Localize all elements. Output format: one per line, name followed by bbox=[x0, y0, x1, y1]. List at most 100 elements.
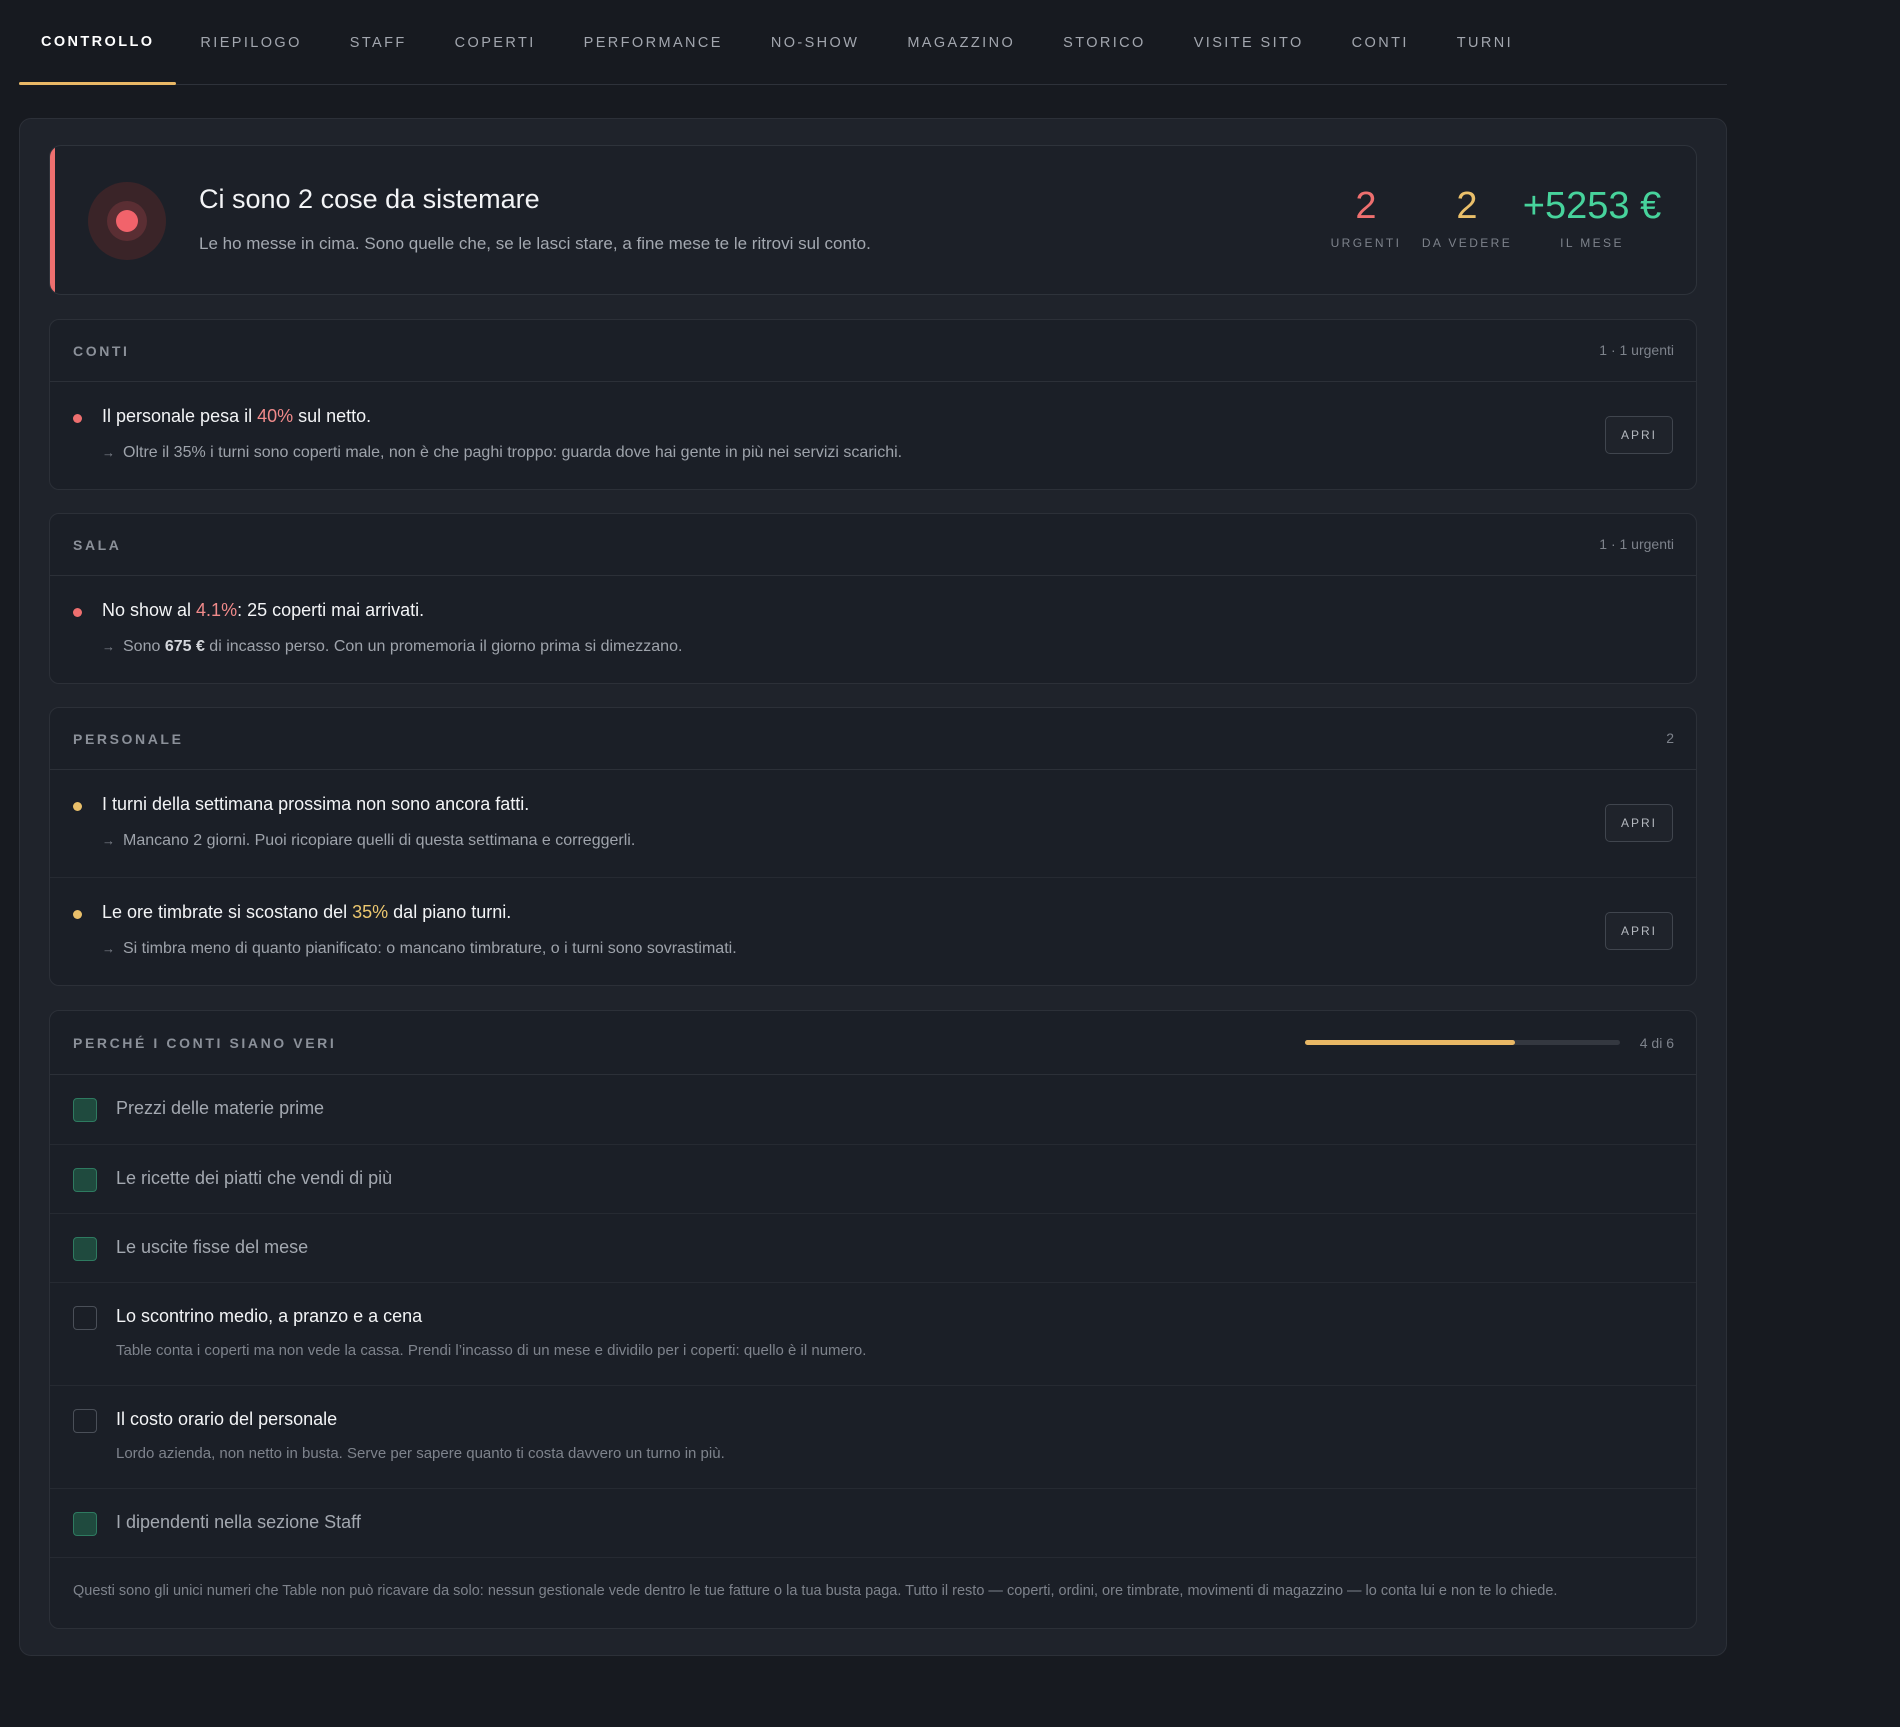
section-personale-count: 2 bbox=[1666, 730, 1674, 746]
tab-controllo[interactable]: CONTROLLO bbox=[19, 0, 177, 85]
checklist-progress-fill bbox=[1305, 1040, 1515, 1045]
section-conti-count: 1 · 1 urgenti bbox=[1599, 342, 1674, 358]
apri-button[interactable]: APRI bbox=[1605, 912, 1673, 950]
checklist-footer: Questi sono gli unici numeri che Table n… bbox=[50, 1558, 1696, 1628]
tab-bar: CONTROLLO RIEPILOGO STAFF COPERTI PERFOR… bbox=[19, 0, 1727, 85]
issue-item: Le ore timbrate si scostano del 35% dal … bbox=[50, 878, 1696, 985]
checklist-item-label: Le ricette dei piatti che vendi di più bbox=[116, 1168, 393, 1188]
tab-magazzino[interactable]: MAGAZZINO bbox=[883, 0, 1039, 84]
checkbox-unchecked-icon[interactable] bbox=[73, 1306, 97, 1330]
tab-staff[interactable]: STAFF bbox=[326, 0, 431, 84]
stat-urgenti-label: URGENTI bbox=[1330, 236, 1402, 250]
alert-target-icon bbox=[88, 182, 166, 260]
control-panel: Ci sono 2 cose da sistemare Le ho messe … bbox=[19, 118, 1727, 1656]
checklist-progress-bar bbox=[1305, 1040, 1620, 1045]
checklist-item[interactable]: Le ricette dei piatti che vendi di più bbox=[50, 1145, 1696, 1214]
arrow-right-icon: → bbox=[102, 833, 115, 848]
alert-target-ring bbox=[107, 201, 147, 241]
arrow-right-icon: → bbox=[102, 445, 115, 460]
tab-visite-sito[interactable]: VISITE SITO bbox=[1170, 0, 1328, 84]
alert-summary-card: Ci sono 2 cose da sistemare Le ho messe … bbox=[49, 145, 1697, 295]
issue-item: No show al 4.1%: 25 coperti mai arrivati… bbox=[50, 576, 1696, 683]
issue-detail: → Si timbra meno di quanto pianificato: o… bbox=[102, 940, 737, 958]
issue-detail-text: Sono bbox=[123, 638, 165, 655]
issue-title-text: Le ore timbrate si scostano del bbox=[102, 902, 353, 922]
tab-conti[interactable]: CONTI bbox=[1328, 0, 1433, 84]
alert-title: Ci sono 2 cose da sistemare bbox=[199, 184, 540, 214]
tab-turni[interactable]: TURNI bbox=[1433, 0, 1537, 84]
checkbox-checked-icon[interactable] bbox=[73, 1512, 97, 1536]
issue-highlight: 35% bbox=[352, 902, 389, 922]
stat-il-mese: +5253 € IL MESE bbox=[1517, 184, 1667, 250]
section-personale-header: PERSONALE 2 bbox=[50, 708, 1696, 770]
section-personale: PERSONALE 2 I turni della settimana pros… bbox=[49, 707, 1697, 986]
checkbox-unchecked-icon[interactable] bbox=[73, 1409, 97, 1433]
checklist-footnote: Questi sono gli unici numeri che Table n… bbox=[73, 1583, 1558, 1599]
issue-detail-text: di incasso perso. Con un promemoria il g… bbox=[204, 638, 683, 655]
checklist-item[interactable]: Lo scontrino medio, a pranzo e a cena Ta… bbox=[50, 1283, 1696, 1386]
section-sala: SALA 1 · 1 urgenti No show al 4.1%: 25 c… bbox=[49, 513, 1697, 684]
stat-da-vedere-label: DA VEDERE bbox=[1421, 236, 1513, 250]
alert-subtitle: Le ho messe in cima. Sono quelle che, se… bbox=[199, 234, 871, 253]
issue-title: Le ore timbrate si scostano del 35% dal … bbox=[102, 902, 511, 923]
issue-title-text: : 25 coperti mai arrivati. bbox=[237, 600, 425, 620]
page: CONTROLLO RIEPILOGO STAFF COPERTI PERFOR… bbox=[0, 0, 1900, 1727]
stat-urgenti-value: 2 bbox=[1355, 185, 1377, 227]
stat-il-mese-label: IL MESE bbox=[1560, 236, 1624, 250]
section-sala-count: 1 · 1 urgenti bbox=[1599, 536, 1674, 552]
issue-title-text: No show al bbox=[102, 600, 197, 620]
checklist-item[interactable]: I dipendenti nella sezione Staff bbox=[50, 1489, 1696, 1558]
checklist-item-label: Lo scontrino medio, a pranzo e a cena bbox=[116, 1306, 423, 1326]
checklist-item-label: Prezzi delle materie prime bbox=[116, 1098, 325, 1118]
checklist-item[interactable]: Il costo orario del personale Lordo azie… bbox=[50, 1386, 1696, 1489]
issue-highlight: 4.1% bbox=[196, 600, 238, 620]
tab-storico[interactable]: STORICO bbox=[1039, 0, 1170, 84]
issue-title-text: Il personale pesa il bbox=[102, 406, 258, 426]
issue-highlight: 40% bbox=[257, 406, 294, 426]
issue-item: I turni della settimana prossima non son… bbox=[50, 770, 1696, 878]
tab-coperti[interactable]: COPERTI bbox=[431, 0, 560, 84]
checkbox-checked-icon[interactable] bbox=[73, 1098, 97, 1122]
section-sala-header: SALA 1 · 1 urgenti bbox=[50, 514, 1696, 576]
stat-da-vedere-value: 2 bbox=[1456, 185, 1478, 227]
checklist-item-description: Table conta i coperti ma non vede la cas… bbox=[116, 1342, 867, 1359]
checklist-item[interactable]: Prezzi delle materie prime bbox=[50, 1075, 1696, 1145]
urgent-dot-icon bbox=[73, 414, 82, 423]
checkbox-checked-icon[interactable] bbox=[73, 1168, 97, 1192]
issue-detail: → Oltre il 35% i turni sono coperti male,… bbox=[102, 444, 902, 462]
stat-da-vedere: 2 DA VEDERE bbox=[1407, 184, 1527, 250]
stat-il-mese-value: +5253 € bbox=[1522, 185, 1662, 227]
tab-performance[interactable]: PERFORMANCE bbox=[560, 0, 747, 84]
issue-detail-text: Oltre il 35% i turni sono coperti male, … bbox=[123, 444, 903, 461]
tab-riepilogo[interactable]: RIEPILOGO bbox=[176, 0, 325, 84]
stat-urgenti: 2 URGENTI bbox=[1316, 184, 1416, 250]
issue-detail: → Sono 675 € di incasso perso. Con un pro… bbox=[102, 638, 682, 656]
issue-item: Il personale pesa il 40% sul netto. → Olt… bbox=[50, 382, 1696, 489]
checkbox-checked-icon[interactable] bbox=[73, 1237, 97, 1261]
checklist-header: PERCHÉ I CONTI SIANO VERI 4 di 6 bbox=[50, 1011, 1696, 1075]
apri-button[interactable]: APRI bbox=[1605, 804, 1673, 842]
issue-title: No show al 4.1%: 25 coperti mai arrivati… bbox=[102, 600, 424, 621]
tab-no-show[interactable]: NO-SHOW bbox=[747, 0, 884, 84]
section-conti-header: CONTI 1 · 1 urgenti bbox=[50, 320, 1696, 382]
checklist-item-label: I dipendenti nella sezione Staff bbox=[116, 1512, 361, 1532]
section-sala-title: SALA bbox=[73, 537, 122, 553]
section-setup-checklist: PERCHÉ I CONTI SIANO VERI 4 di 6 Prezzi … bbox=[49, 1010, 1697, 1629]
checklist-title: PERCHÉ I CONTI SIANO VERI bbox=[73, 1035, 337, 1051]
urgent-accent-bar bbox=[50, 146, 55, 294]
apri-button[interactable]: APRI bbox=[1605, 416, 1673, 454]
urgent-dot-icon bbox=[73, 608, 82, 617]
checklist-item-label: Il costo orario del personale bbox=[116, 1409, 338, 1429]
checklist-item-label: Le uscite fisse del mese bbox=[116, 1237, 309, 1257]
alert-target-dot bbox=[116, 210, 138, 232]
section-conti-title: CONTI bbox=[73, 343, 130, 359]
warning-dot-icon bbox=[73, 802, 82, 811]
issue-detail-text: Si timbra meno di quanto pianificato: o … bbox=[123, 940, 737, 957]
warning-dot-icon bbox=[73, 910, 82, 919]
arrow-right-icon: → bbox=[102, 941, 115, 956]
arrow-right-icon: → bbox=[102, 639, 115, 654]
checklist-item[interactable]: Le uscite fisse del mese bbox=[50, 1214, 1696, 1283]
issue-title: I turni della settimana prossima non son… bbox=[102, 794, 530, 814]
issue-detail-text: Mancano 2 giorni. Puoi ricopiare quelli … bbox=[123, 832, 636, 849]
issue-title: Il personale pesa il 40% sul netto. bbox=[102, 406, 371, 427]
